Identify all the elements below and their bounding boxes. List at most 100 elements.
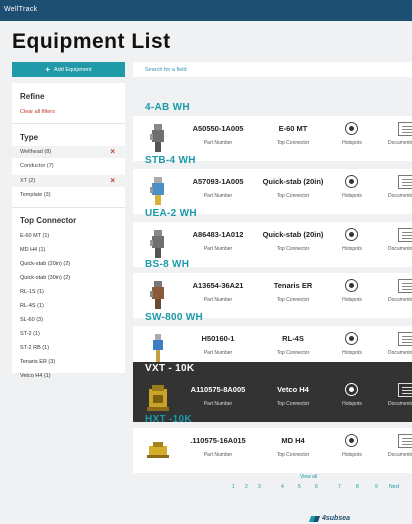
equipment-title[interactable]: UEA-2 WH — [133, 207, 412, 222]
page-link[interactable]: 8 — [356, 484, 359, 490]
page-link[interactable]: 2 — [245, 484, 248, 490]
part-number-label: Part Number — [203, 452, 233, 458]
page-title: Equipment List — [12, 30, 171, 53]
top-connector-value: Tenaris ER — [273, 281, 313, 290]
next-page-link[interactable]: Next — [389, 484, 399, 490]
part-number-value: A13654-36A21 — [192, 281, 244, 290]
filter-connector-item[interactable]: Quick-stab (30in) (2) — [20, 275, 70, 281]
top-connector-filter-heading: Top Connector — [20, 216, 77, 225]
filter-connector-item[interactable]: MD H4 (1) — [20, 247, 45, 253]
equipment-thumbnail — [147, 332, 169, 364]
hotspots-label: Hotspots — [342, 401, 362, 407]
documents-label: Documents — [388, 193, 412, 199]
hotspots-icon[interactable] — [345, 332, 358, 345]
page-link[interactable]: 5 — [298, 484, 301, 490]
equipment-thumbnail — [147, 228, 169, 260]
hotspots-icon[interactable] — [345, 383, 358, 396]
documents-icon[interactable] — [398, 434, 412, 448]
hotspots-label: Hotspots — [342, 452, 362, 458]
equipment-thumbnail — [147, 434, 169, 466]
documents-icon[interactable] — [398, 175, 412, 189]
part-number-value: H50160-1 — [201, 334, 235, 343]
top-connector-label: Top Connector — [276, 140, 310, 146]
equipment-title[interactable]: 4-AB WH — [133, 101, 412, 116]
part-number-value: A50550-1A005 — [192, 124, 244, 133]
hotspots-label: Hotspots — [342, 246, 362, 252]
remove-filter-icon[interactable]: × — [110, 147, 115, 156]
top-connector-value: Quick-stab (20in) — [262, 177, 324, 186]
search-input[interactable]: Search for a field — [133, 62, 412, 77]
hotspots-label: Hotspots — [342, 193, 362, 199]
add-equipment-button[interactable]: + Add Equipment — [12, 62, 125, 77]
equipment-title[interactable]: BS-8 WH — [133, 258, 412, 273]
filter-connector-item[interactable]: Tenaris ER (3) — [20, 359, 55, 365]
equipment-title[interactable]: VXT - 10K — [133, 362, 412, 377]
hotspots-label: Hotspots — [342, 350, 362, 356]
documents-icon[interactable] — [398, 332, 412, 346]
add-equipment-label: Add Equipment — [54, 66, 92, 73]
filter-connector-item[interactable]: Quick-stab (20in) (2) — [20, 261, 70, 267]
page-link[interactable]: 9 — [375, 484, 378, 490]
filter-type-template[interactable]: Template (3) — [12, 189, 125, 201]
documents-label: Documents — [388, 401, 412, 407]
equipment-thumbnail — [147, 122, 169, 154]
documents-label: Documents — [388, 297, 412, 303]
filter-type-conductor[interactable]: Conductor (7) — [12, 160, 125, 172]
page-link[interactable]: 1 — [232, 484, 235, 490]
filter-connector-item[interactable]: ST-2 (1) — [20, 331, 40, 337]
hotspots-icon[interactable] — [345, 228, 358, 241]
documents-icon[interactable] — [398, 122, 412, 136]
top-connector-value: Vetco H4 — [277, 385, 309, 394]
part-number-value: A110575-8A005 — [190, 385, 246, 394]
app-title-bar: WellTrack — [0, 0, 412, 21]
hotspots-icon[interactable] — [345, 122, 358, 135]
top-connector-label: Top Connector — [276, 452, 310, 458]
equipment-thumbnail — [147, 279, 169, 311]
top-connector-label: Top Connector — [276, 297, 310, 303]
filter-type-wellhead[interactable]: Wellhead (8) × — [12, 146, 125, 158]
filter-connector-item[interactable]: SL-60 (3) — [20, 317, 43, 323]
documents-icon[interactable] — [398, 383, 412, 397]
filter-type-xt[interactable]: XT (2) × — [12, 175, 125, 187]
page-link[interactable]: 3 — [258, 484, 261, 490]
brand-name: 4subsea — [322, 515, 351, 522]
top-connector-label: Top Connector — [276, 401, 310, 407]
brand-mark-icon — [308, 515, 321, 522]
filter-connector-item[interactable]: Vetco H4 (1) — [20, 373, 51, 379]
hotspots-icon[interactable] — [345, 279, 358, 292]
equipment-title[interactable]: HXT -10K — [133, 413, 412, 428]
hotspots-icon[interactable] — [345, 175, 358, 188]
documents-label: Documents — [388, 246, 412, 252]
sidebar-divider — [12, 123, 125, 124]
top-connector-label: Top Connector — [276, 350, 310, 356]
part-number-label: Part Number — [203, 140, 233, 146]
equipment-title[interactable]: SW-800 WH — [133, 311, 412, 326]
top-connector-label: Top Connector — [276, 246, 310, 252]
remove-filter-icon[interactable]: × — [110, 176, 115, 185]
filter-connector-item[interactable]: E-60 MT (1) — [20, 233, 49, 239]
filter-connector-item[interactable]: RL-1S (1) — [20, 289, 44, 295]
refine-sidebar: Refine Clear all filters Type Wellhead (… — [12, 83, 125, 379]
hotspots-label: Hotspots — [342, 140, 362, 146]
part-number-label: Part Number — [203, 246, 233, 252]
equipment-title[interactable]: STB-4 WH — [133, 154, 412, 169]
filter-label: Wellhead (8) — [20, 149, 52, 155]
documents-icon[interactable] — [398, 279, 412, 293]
equipment-thumbnail — [147, 175, 169, 207]
documents-icon[interactable] — [398, 228, 412, 242]
equipment-card[interactable]: .110575-16A015 Part Number MD H4 Top Connec… — [133, 428, 412, 473]
filter-connector-item[interactable]: ST-2 RB (1) — [20, 345, 49, 351]
view-all-link[interactable]: View all — [300, 474, 317, 480]
refine-heading: Refine — [20, 92, 45, 101]
page-link[interactable]: 4 — [281, 484, 284, 490]
page-link[interactable]: 6 — [315, 484, 318, 490]
top-connector-label: Top Connector — [276, 193, 310, 199]
equipment-thumbnail — [147, 383, 169, 415]
top-connector-value: MD H4 — [281, 436, 305, 445]
documents-label: Documents — [388, 140, 412, 146]
clear-filters-link[interactable]: Clear all filters — [20, 109, 55, 115]
hotspots-icon[interactable] — [345, 434, 358, 447]
filter-label: Conductor (7) — [20, 163, 54, 169]
page-link[interactable]: 7 — [338, 484, 341, 490]
filter-connector-item[interactable]: RL-4S (1) — [20, 303, 44, 309]
